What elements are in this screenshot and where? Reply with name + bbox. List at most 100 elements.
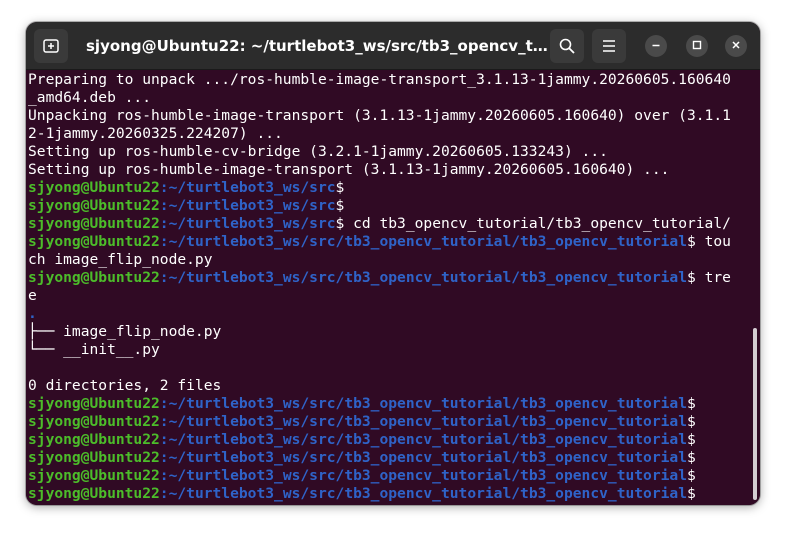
prompt-path: ~/turtlebot3_ws/src/tb3_opencv_tutorial/… (168, 233, 687, 250)
prompt-command: tre (695, 269, 731, 286)
output-text: 0 directories, 2 files (28, 377, 222, 394)
terminal-line: sjyong@Ubuntu22:~/turtlebot3_ws/src/tb3_… (28, 269, 731, 287)
terminal-line: sjyong@Ubuntu22:~/turtlebot3_ws/src/tb3_… (28, 449, 731, 467)
prompt-command: tou (695, 233, 731, 250)
prompt-user: sjyong@Ubuntu22 (28, 449, 160, 466)
terminal-line: 0 directories, 2 files (28, 377, 731, 395)
headerbar: sjyong@Ubuntu22: ~/turtlebot3_ws/src/tb3… (26, 22, 760, 70)
prompt-separator: : (159, 179, 169, 196)
terminal-line: _amd64.deb ... (28, 89, 731, 107)
prompt-separator: : (159, 269, 169, 286)
terminal-line: Unpacking ros-humble-image-transport (3.… (28, 107, 731, 125)
new-tab-icon (42, 37, 60, 55)
prompt-user: sjyong@Ubuntu22 (28, 179, 160, 196)
terminal-line: sjyong@Ubuntu22:~/turtlebot3_ws/src/tb3_… (28, 233, 731, 251)
tree-root: . (28, 305, 37, 322)
prompt-symbol: $ (686, 485, 696, 502)
output-text: Setting up ros-humble-cv-bridge (3.2.1-1… (28, 143, 608, 160)
prompt-path: ~/turtlebot3_ws/src (168, 215, 336, 232)
prompt-separator: : (159, 215, 169, 232)
output-text: └── __init__.py (28, 341, 160, 358)
maximize-icon (692, 37, 702, 55)
prompt-user: sjyong@Ubuntu22 (28, 485, 160, 502)
prompt-user: sjyong@Ubuntu22 (28, 431, 160, 448)
terminal-line: ├── image_flip_node.py (28, 323, 731, 341)
prompt-user: sjyong@Ubuntu22 (28, 215, 160, 232)
terminal-line: 2-1jammy.20260325.224207) ... (28, 125, 731, 143)
prompt-path: ~/turtlebot3_ws/src/tb3_opencv_tutorial/… (168, 269, 687, 286)
terminal-line: Setting up ros-humble-image-transport (3… (28, 161, 731, 179)
output-text: Preparing to unpack .../ros-humble-image… (28, 71, 731, 88)
terminal-output-area[interactable]: Preparing to unpack .../ros-humble-image… (26, 70, 760, 505)
terminal-line: sjyong@Ubuntu22:~/turtlebot3_ws/src/tb3_… (28, 467, 731, 485)
output-text: ├── image_flip_node.py (28, 323, 222, 340)
prompt-path: ~/turtlebot3_ws/src/tb3_opencv_tutorial/… (168, 431, 687, 448)
prompt-symbol: $ (686, 233, 696, 250)
terminal-line: . (28, 305, 731, 323)
prompt-user: sjyong@Ubuntu22 (28, 467, 160, 484)
new-tab-button[interactable] (34, 29, 68, 63)
output-text: Setting up ros-humble-image-transport (3… (28, 161, 670, 178)
terminal-line: ch image_flip_node.py (28, 251, 731, 269)
terminal-line: e (28, 287, 731, 305)
terminal-line: sjyong@Ubuntu22:~/turtlebot3_ws/src$ cd … (28, 215, 731, 233)
prompt-separator: : (159, 485, 169, 502)
prompt-user: sjyong@Ubuntu22 (28, 413, 160, 430)
prompt-user: sjyong@Ubuntu22 (28, 197, 160, 214)
prompt-symbol: $ (335, 215, 345, 232)
menu-button[interactable] (592, 29, 626, 63)
hamburger-menu-icon (601, 39, 617, 53)
maximize-button[interactable] (686, 35, 708, 57)
minimize-icon (651, 37, 661, 55)
prompt-user: sjyong@Ubuntu22 (28, 395, 160, 412)
window-title: sjyong@Ubuntu22: ~/turtlebot3_ws/src/tb3… (86, 37, 556, 55)
terminal-line: Setting up ros-humble-cv-bridge (3.2.1-1… (28, 143, 731, 161)
terminal-line: sjyong@Ubuntu22:~/turtlebot3_ws/src$ (28, 197, 731, 215)
prompt-separator: : (159, 233, 169, 250)
prompt-separator: : (159, 467, 169, 484)
terminal-text: Preparing to unpack .../ros-humble-image… (28, 71, 731, 503)
prompt-separator: : (159, 413, 169, 430)
prompt-symbol: $ (686, 449, 696, 466)
prompt-path: ~/turtlebot3_ws/src (168, 197, 336, 214)
terminal-line: sjyong@Ubuntu22:~/turtlebot3_ws/src/tb3_… (28, 431, 731, 449)
prompt-separator: : (159, 197, 169, 214)
output-text: e (28, 287, 37, 304)
prompt-symbol: $ (686, 395, 696, 412)
minimize-button[interactable] (645, 35, 667, 57)
close-button[interactable] (725, 35, 747, 57)
prompt-user: sjyong@Ubuntu22 (28, 269, 160, 286)
prompt-path: ~/turtlebot3_ws/src/tb3_opencv_tutorial/… (168, 449, 687, 466)
terminal-line: sjyong@Ubuntu22:~/turtlebot3_ws/src/tb3_… (28, 395, 731, 413)
terminal-line: sjyong@Ubuntu22:~/turtlebot3_ws/src/tb3_… (28, 485, 731, 503)
output-text: ch image_flip_node.py (28, 251, 213, 268)
prompt-path: ~/turtlebot3_ws/src/tb3_opencv_tutorial/… (168, 413, 687, 430)
prompt-symbol: $ (686, 269, 696, 286)
terminal-line: sjyong@Ubuntu22:~/turtlebot3_ws/src/tb3_… (28, 413, 731, 431)
terminal-line: └── __init__.py (28, 341, 731, 359)
terminal-line: Preparing to unpack .../ros-humble-image… (28, 71, 731, 89)
prompt-separator: : (159, 431, 169, 448)
prompt-separator: : (159, 395, 169, 412)
search-button[interactable] (550, 29, 584, 63)
prompt-path: ~/turtlebot3_ws/src/tb3_opencv_tutorial/… (168, 395, 687, 412)
scrollbar-thumb[interactable] (753, 328, 757, 500)
prompt-path: ~/turtlebot3_ws/src (168, 179, 336, 196)
search-icon (558, 37, 576, 55)
prompt-symbol: $ (686, 413, 696, 430)
output-text: 2-1jammy.20260325.224207) ... (28, 125, 283, 142)
prompt-path: ~/turtlebot3_ws/src/tb3_opencv_tutorial/… (168, 485, 687, 502)
output-text: Unpacking ros-humble-image-transport (3.… (28, 107, 731, 124)
prompt-symbol: $ (686, 431, 696, 448)
terminal-window: sjyong@Ubuntu22: ~/turtlebot3_ws/src/tb3… (26, 22, 760, 505)
prompt-separator: : (159, 449, 169, 466)
prompt-path: ~/turtlebot3_ws/src/tb3_opencv_tutorial/… (168, 467, 687, 484)
prompt-command: cd tb3_opencv_tutorial/tb3_opencv_tutori… (344, 215, 731, 232)
prompt-user: sjyong@Ubuntu22 (28, 233, 160, 250)
close-icon (731, 37, 741, 55)
prompt-symbol: $ (335, 197, 345, 214)
prompt-symbol: $ (335, 179, 345, 196)
output-text: _amd64.deb ... (28, 89, 152, 106)
terminal-line: sjyong@Ubuntu22:~/turtlebot3_ws/src$ (28, 179, 731, 197)
